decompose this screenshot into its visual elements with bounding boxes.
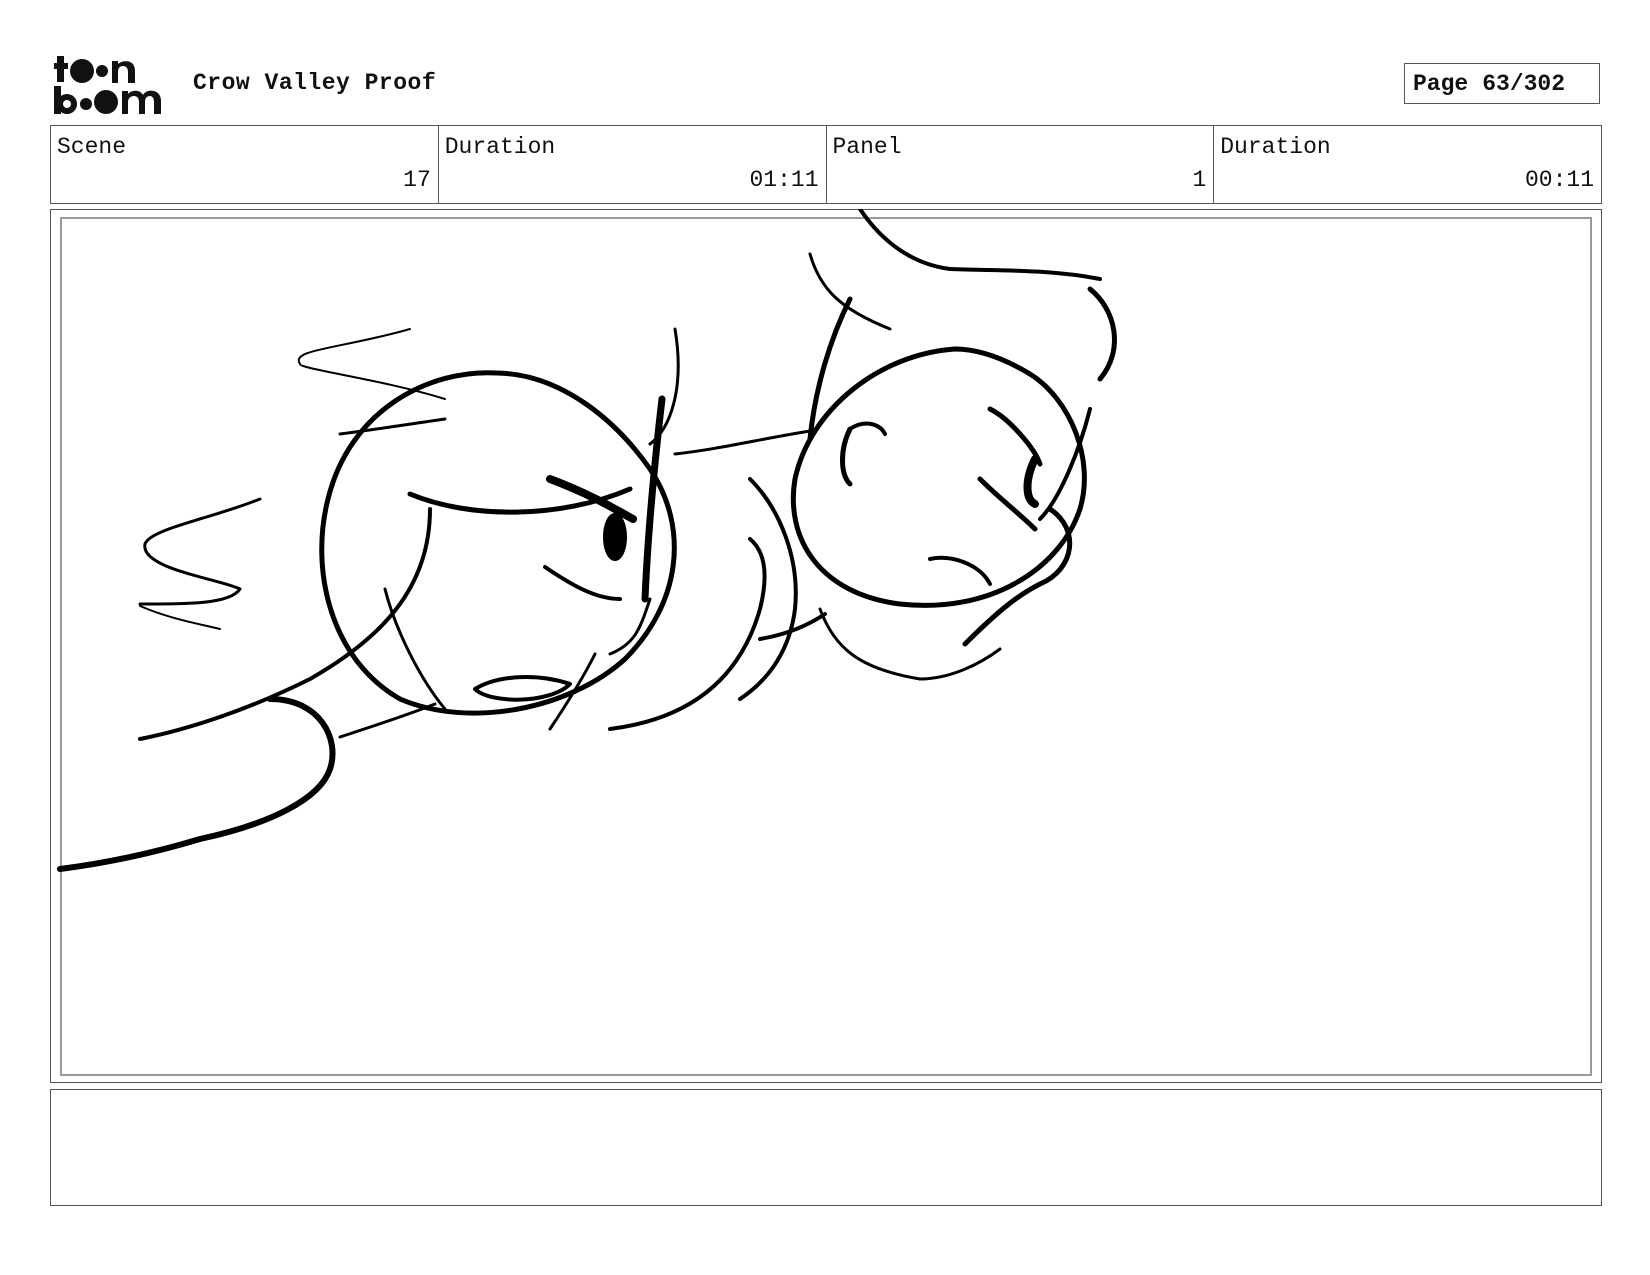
scene-cell: Scene 17 — [51, 126, 439, 203]
panel-value: 1 — [1192, 167, 1207, 193]
page-label: Page — [1413, 70, 1469, 97]
panel-info-row: Scene 17 Duration 01:11 Panel 1 Duration… — [50, 125, 1602, 204]
toon-boom-logo — [54, 56, 161, 114]
panel-notes-box — [50, 1089, 1602, 1206]
storyboard-sketch — [57, 209, 1117, 872]
panel-duration-value: 00:11 — [1524, 167, 1594, 193]
left-character-sketch — [57, 327, 812, 872]
project-title: Crow Valley Proof — [193, 70, 437, 96]
panel-label: Panel — [832, 134, 902, 160]
scene-label: Scene — [57, 134, 127, 160]
scene-duration-cell: Duration 01:11 — [439, 126, 827, 203]
page-number: 63/302 — [1482, 70, 1566, 97]
page-indicator: Page 63/302 — [1404, 63, 1600, 104]
scene-duration-label: Duration — [444, 134, 556, 160]
panel-duration-label: Duration — [1220, 134, 1331, 160]
panel-duration-cell: Duration 00:11 — [1214, 126, 1601, 203]
panel-cell: Panel 1 — [827, 126, 1215, 203]
scene-value: 17 — [403, 167, 431, 193]
scene-duration-value: 01:11 — [749, 167, 819, 193]
right-character-sketch — [738, 209, 1117, 701]
